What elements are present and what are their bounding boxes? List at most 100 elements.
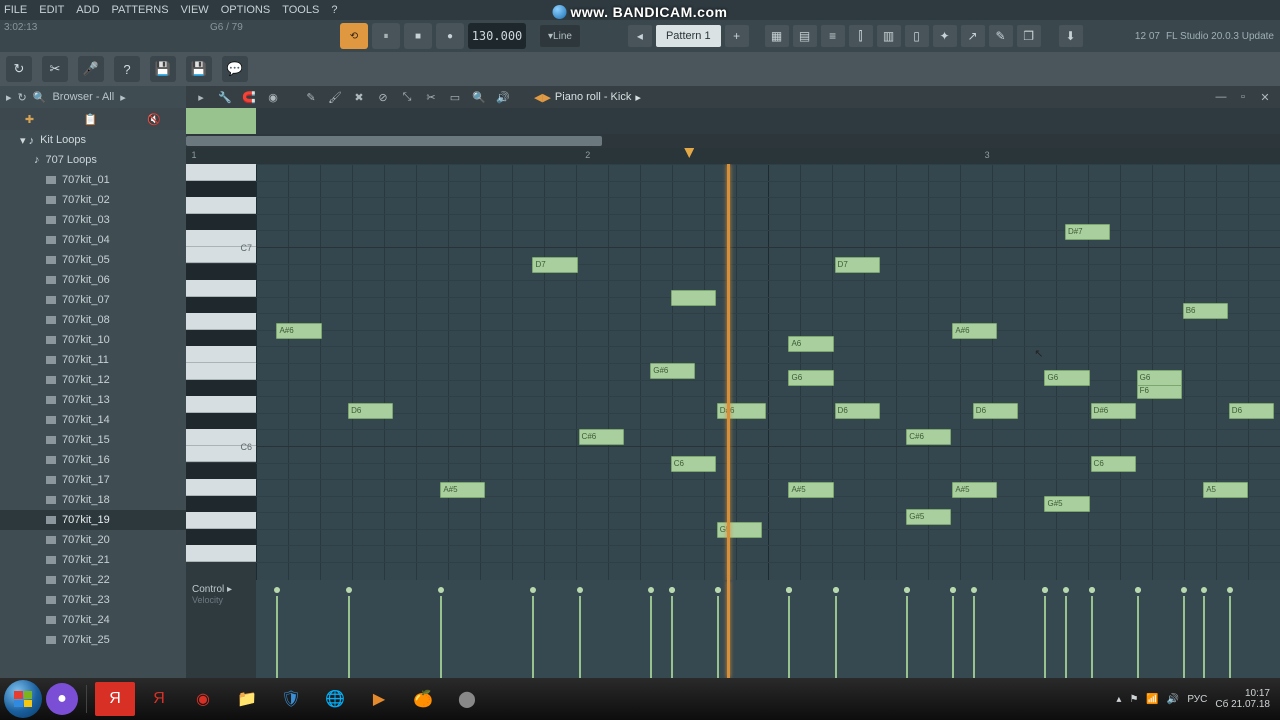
browser-item[interactable]: 707kit_18 [0, 490, 186, 510]
news-ticker[interactable]: 12 07FL Studio 20.0.3 Update [1135, 31, 1274, 42]
browser-item[interactable]: 707kit_20 [0, 530, 186, 550]
velocity-area[interactable] [256, 580, 1280, 678]
browser-item[interactable]: 707kit_06 [0, 270, 186, 290]
midi-note[interactable]: G#5 [906, 509, 951, 525]
browser-item[interactable]: 707kit_23 [0, 590, 186, 610]
midi-note[interactable]: C6 [1091, 456, 1136, 472]
h-scrollbar[interactable] [186, 134, 1280, 148]
menu-add[interactable]: ADD [76, 4, 99, 16]
browser-item[interactable]: 707kit_25 [0, 630, 186, 650]
record-app-icon[interactable]: ◉ [183, 682, 223, 716]
browser-item[interactable]: 707kit_22 [0, 570, 186, 590]
midi-note[interactable]: D#6 [1091, 403, 1136, 419]
shield-app-icon[interactable]: 🛡 [271, 682, 311, 716]
playlist-button[interactable]: ▦ [765, 25, 789, 47]
velocity-bar[interactable] [717, 596, 719, 678]
midi-note[interactable]: D6 [835, 403, 880, 419]
browser-item[interactable]: 707kit_12 [0, 370, 186, 390]
tray-expand-icon[interactable]: ▴ [1116, 694, 1121, 705]
browser-copy-icon[interactable]: 📋 [84, 113, 98, 126]
maximize-panel-icon[interactable]: ▫ [1234, 89, 1252, 105]
menu-view[interactable]: VIEW [181, 4, 209, 16]
midi-note[interactable]: D#6 [717, 403, 766, 419]
play-pause-button[interactable]: ⏸ [372, 23, 400, 49]
browser-item[interactable]: 707kit_10 [0, 330, 186, 350]
snap-selector[interactable]: ▾ Line [540, 25, 580, 47]
save-as-button[interactable]: 💾 [186, 56, 212, 82]
velocity-bar[interactable] [973, 596, 975, 678]
browser-item[interactable]: 707kit_16 [0, 450, 186, 470]
midi-note[interactable]: D7 [835, 257, 880, 273]
mic-button[interactable]: 🎤 [78, 56, 104, 82]
midi-note[interactable]: G6 [1137, 370, 1182, 386]
pattern-selector[interactable]: Pattern 1 [656, 25, 721, 47]
overview-strip[interactable] [186, 108, 1280, 134]
minimize-panel-icon[interactable]: — [1212, 89, 1230, 105]
browser-item[interactable]: 707kit_05 [0, 250, 186, 270]
folder-707-loops[interactable]: ♪707 Loops [0, 150, 186, 170]
playback-tool-icon[interactable]: 🔊 [494, 89, 512, 105]
refresh-icon[interactable]: ↻ [18, 91, 27, 104]
browser-item[interactable]: 707kit_02 [0, 190, 186, 210]
velocity-bar[interactable] [1137, 596, 1139, 678]
velocity-bar[interactable] [650, 596, 652, 678]
view-button-2[interactable]: ✦ [933, 25, 957, 47]
mute-tool-icon[interactable]: ⊘ [374, 89, 392, 105]
tray-network-icon[interactable]: 📶 [1146, 694, 1158, 705]
menu-help[interactable]: ? [331, 4, 337, 16]
midi-note[interactable]: D6 [348, 403, 393, 419]
midi-note[interactable]: G#5 [1044, 496, 1089, 512]
velocity-bar[interactable] [1183, 596, 1185, 678]
control-mode[interactable]: Velocity [192, 595, 223, 605]
piano-keys[interactable]: C7C6 [186, 164, 256, 580]
midi-note[interactable]: A5 [1203, 482, 1248, 498]
mixer-button[interactable]: ⫿ [849, 25, 873, 47]
midi-note[interactable]: A#5 [952, 482, 997, 498]
tray-volume-icon[interactable]: 🔊 [1167, 694, 1179, 705]
control-label[interactable]: Control [192, 584, 224, 595]
browser-mute-icon[interactable]: 🔇 [147, 113, 161, 126]
tray-flag-icon[interactable]: ⚑ [1129, 694, 1138, 705]
browser-tree[interactable]: ▾ ♪Kit Loops ♪707 Loops 707kit_01707kit_… [0, 130, 186, 678]
midi-note[interactable]: G6 [1044, 370, 1089, 386]
cut-tool-button[interactable]: ✂ [42, 56, 68, 82]
velocity-bar[interactable] [1044, 596, 1046, 678]
midi-note[interactable]: B6 [1183, 303, 1228, 319]
velocity-bar[interactable] [348, 596, 350, 678]
chrome-icon[interactable]: 🌐 [315, 682, 355, 716]
panel-menu-icon[interactable]: ▸ [192, 89, 210, 105]
slice-tool-icon[interactable]: ✂ [422, 89, 440, 105]
velocity-bar[interactable] [1203, 596, 1205, 678]
search-icon[interactable]: 🔍 [33, 91, 47, 104]
browser-item[interactable]: 707kit_07 [0, 290, 186, 310]
browser-item[interactable]: 707kit_17 [0, 470, 186, 490]
yandex-browser-icon[interactable]: Я [139, 682, 179, 716]
browser-item[interactable]: 707kit_19 [0, 510, 186, 530]
velocity-bar[interactable] [835, 596, 837, 678]
record-button[interactable]: ● [436, 23, 464, 49]
velocity-bar[interactable] [1065, 596, 1067, 678]
delete-tool-icon[interactable]: ✖ [350, 89, 368, 105]
midi-note[interactable]: C#6 [579, 429, 624, 445]
tray-clock[interactable]: 10:17Сб 21.07.18 [1215, 688, 1270, 710]
undo-button[interactable]: ↻ [6, 56, 32, 82]
velocity-bar[interactable] [788, 596, 790, 678]
download-button[interactable]: ⬇ [1059, 25, 1083, 47]
velocity-bar[interactable] [440, 596, 442, 678]
velocity-bar[interactable] [952, 596, 954, 678]
midi-note[interactable]: C#6 [906, 429, 951, 445]
midi-note[interactable]: D6 [1229, 403, 1274, 419]
midi-note[interactable]: A#6 [276, 323, 321, 339]
browser-item[interactable]: 707kit_01 [0, 170, 186, 190]
view-button-5[interactable]: ❐ [1017, 25, 1041, 47]
midi-note[interactable]: D6 [973, 403, 1018, 419]
velocity-bar[interactable] [671, 596, 673, 678]
velocity-bar[interactable] [906, 596, 908, 678]
menu-tools[interactable]: TOOLS [282, 4, 319, 16]
browser-add-icon[interactable]: ✚ [25, 113, 34, 126]
browser-item[interactable]: 707kit_21 [0, 550, 186, 570]
velocity-bar[interactable] [1091, 596, 1093, 678]
tempo-display[interactable]: 130.000 [468, 23, 526, 49]
midi-note[interactable]: G#6 [650, 363, 695, 379]
explorer-icon[interactable]: 📁 [227, 682, 267, 716]
